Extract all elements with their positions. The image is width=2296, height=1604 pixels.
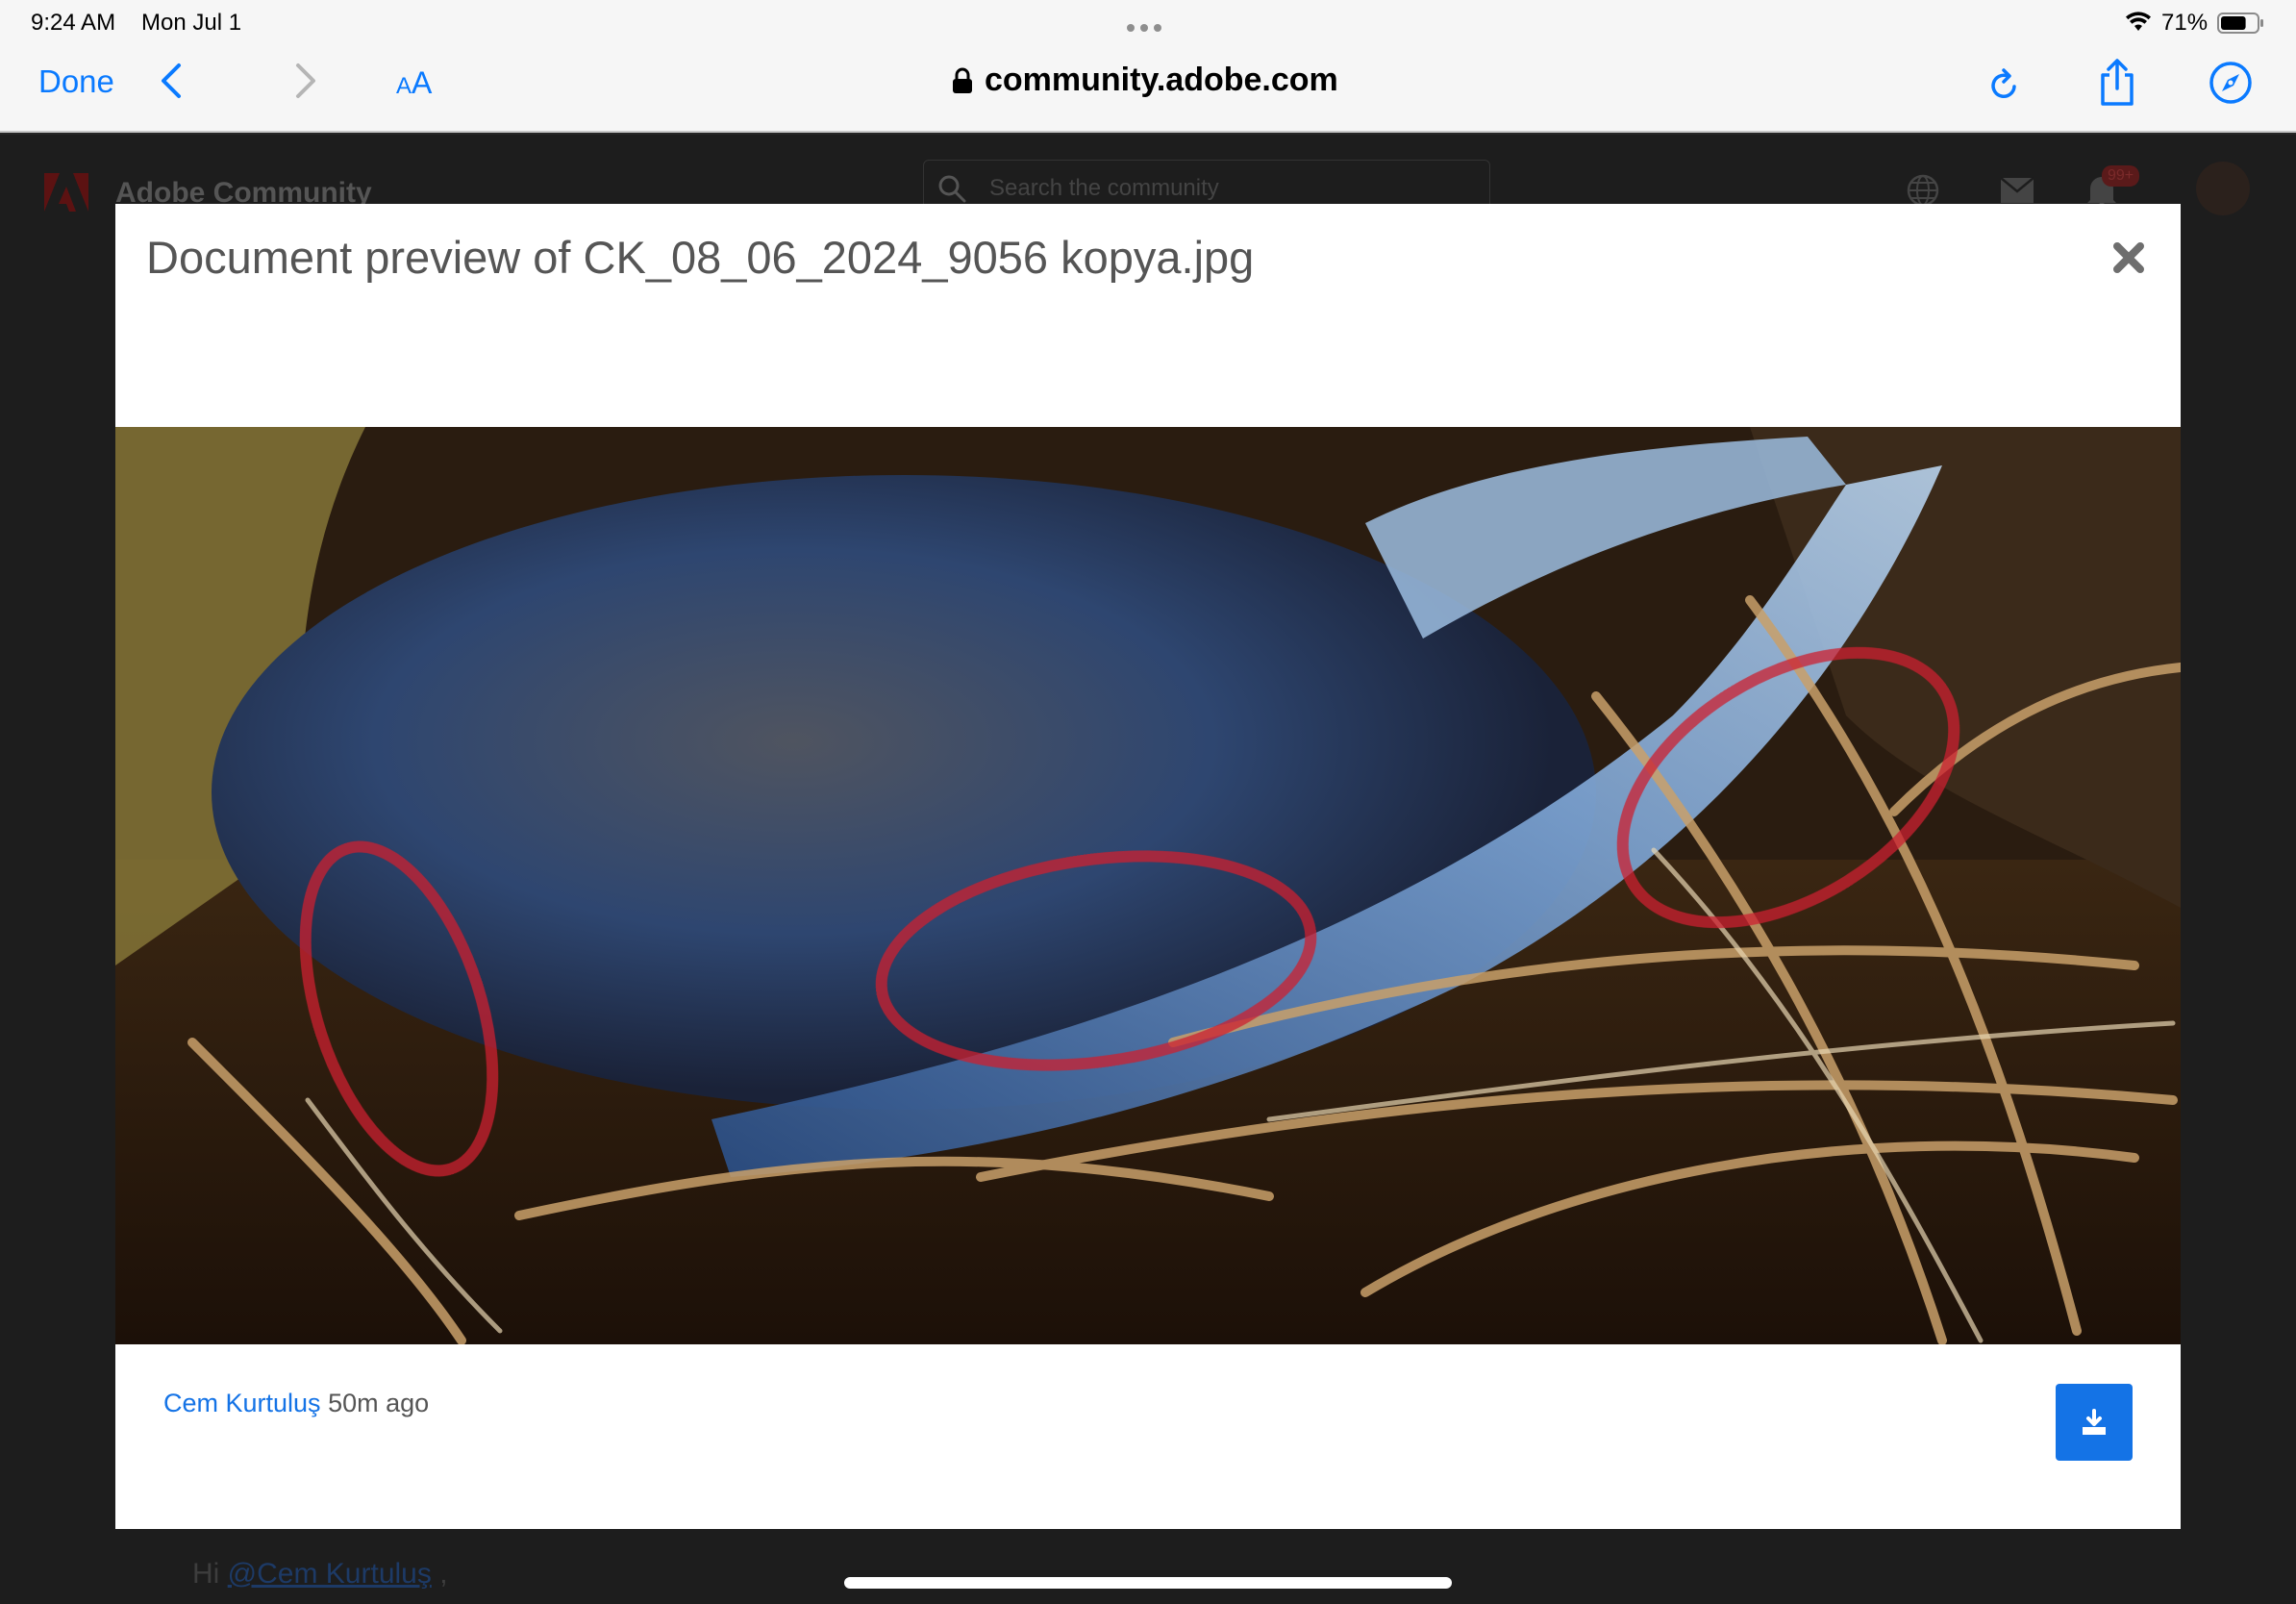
wifi-icon (2126, 12, 2151, 31)
timestamp: 50m ago (328, 1389, 430, 1417)
address-text: community.adobe.com (985, 62, 1338, 98)
compass-icon[interactable] (2208, 60, 2254, 106)
search-placeholder: Search the community (989, 175, 1219, 201)
done-button[interactable]: Done (38, 63, 114, 100)
download-button[interactable] (2056, 1384, 2133, 1461)
search-icon (938, 175, 966, 203)
document-preview-modal: Document preview of CK_08_06_2024_9056 k… (115, 204, 2181, 1529)
adobe-logo-icon (44, 173, 88, 212)
battery-icon (2217, 13, 2263, 34)
reply-mention-link[interactable]: @Cem Kurtuluş (228, 1558, 432, 1590)
author-line: Cem Kurtuluş 50m ago (163, 1389, 429, 1418)
reply-greeting: Hi @Cem Kurtuluş , (192, 1558, 448, 1591)
lock-icon (953, 67, 972, 93)
address-bar[interactable]: community.adobe.com (952, 62, 1338, 99)
mail-icon[interactable] (2000, 177, 2034, 204)
text-size-button[interactable]: AA (396, 65, 432, 101)
browser-toolbar: Done AA community.adobe.com (0, 44, 2296, 133)
reply-prefix: Hi (192, 1558, 228, 1590)
chevron-right-icon[interactable] (288, 60, 323, 102)
status-bar: 9:24 AM Mon Jul 1 71% (0, 0, 2296, 44)
battery-percent: 71% (2161, 10, 2209, 36)
status-date: Mon Jul 1 (141, 10, 242, 36)
author-link[interactable]: Cem Kurtuluş (163, 1389, 321, 1417)
reload-icon[interactable] (1984, 63, 2023, 106)
reply-suffix: , (431, 1558, 448, 1590)
avatar[interactable] (2196, 162, 2250, 215)
preview-image (115, 427, 2181, 1344)
share-icon[interactable] (2096, 58, 2138, 108)
globe-icon[interactable] (1906, 173, 1940, 208)
multitasking-dots-icon[interactable] (1127, 19, 1171, 32)
status-time: 9:24 AM (31, 10, 116, 36)
download-icon (2083, 1409, 2106, 1435)
text-size-big-label: A (412, 65, 433, 100)
text-size-small-label: A (396, 73, 412, 99)
chevron-left-icon[interactable] (154, 60, 188, 102)
modal-title: Document preview of CK_08_06_2024_9056 k… (146, 232, 1255, 283)
home-indicator[interactable] (844, 1577, 1452, 1589)
close-icon[interactable] (2111, 240, 2146, 275)
notification-badge: 99+ (2102, 165, 2140, 187)
